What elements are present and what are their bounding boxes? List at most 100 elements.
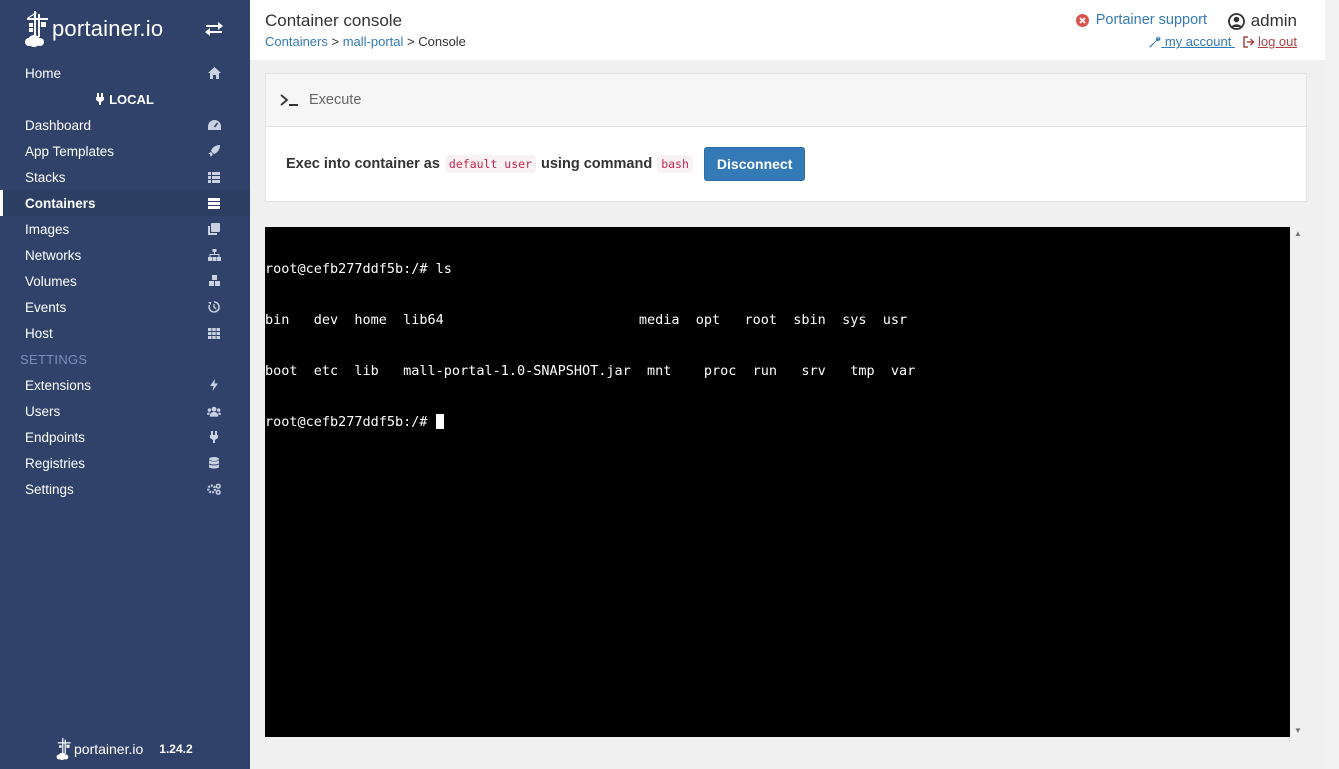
terminal-prompt-line: root@cefb277ddf5b:/# bbox=[265, 414, 1290, 431]
user-info: admin bbox=[1227, 11, 1297, 31]
disconnect-button[interactable]: Disconnect bbox=[703, 147, 806, 181]
sidebar-item-label: Stacks bbox=[25, 169, 66, 185]
breadcrumb-container[interactable]: mall-portal bbox=[343, 34, 404, 49]
sidebar-item-events[interactable]: Events bbox=[0, 294, 250, 320]
sidebar-item-stacks[interactable]: Stacks bbox=[0, 164, 250, 190]
bolt-icon bbox=[207, 378, 221, 392]
terminal-icon bbox=[280, 93, 299, 107]
breadcrumb-separator: > bbox=[403, 34, 419, 49]
sidebar-item-host[interactable]: Host bbox=[0, 320, 250, 346]
terminal-line: bin dev home lib64 media opt root sbin s… bbox=[265, 312, 908, 328]
cubes-icon bbox=[207, 274, 221, 288]
log-out-label: log out bbox=[1257, 34, 1297, 49]
sidebar-item-label: Settings bbox=[25, 481, 74, 497]
log-out-link[interactable]: log out bbox=[1243, 34, 1297, 49]
sidebar-item-label: Extensions bbox=[25, 377, 92, 393]
version-label: 1.24.2 bbox=[159, 742, 193, 756]
portainer-logo-icon bbox=[24, 9, 50, 49]
sidebar-item-networks[interactable]: Networks bbox=[0, 242, 250, 268]
sidebar-footer: portainer.io 1.24.2 bbox=[56, 735, 193, 763]
sidebar-item-app-templates[interactable]: App Templates bbox=[0, 138, 250, 164]
my-account-link[interactable]: my account bbox=[1149, 34, 1235, 49]
execute-panel: Execute Exec into container as default u… bbox=[265, 73, 1307, 202]
scroll-up-arrow-icon[interactable]: ▲ bbox=[1294, 229, 1302, 238]
plug-icon bbox=[96, 93, 105, 105]
sidebar-item-label: Home bbox=[25, 65, 62, 81]
sidebar-item-label: Volumes bbox=[25, 273, 77, 289]
user-circle-icon bbox=[1227, 12, 1245, 30]
clone-icon bbox=[207, 222, 221, 236]
scroll-down-arrow-icon[interactable]: ▼ bbox=[1294, 726, 1302, 735]
breadcrumb-current: Console bbox=[418, 34, 466, 49]
th-icon bbox=[207, 326, 221, 340]
sidebar-item-label: Containers bbox=[25, 195, 96, 211]
sidebar-item-label: Host bbox=[25, 325, 53, 341]
breadcrumb-containers[interactable]: Containers bbox=[265, 34, 328, 49]
sidebar-item-volumes[interactable]: Volumes bbox=[0, 268, 250, 294]
plug-icon bbox=[207, 430, 221, 444]
sidebar-item-dashboard[interactable]: Dashboard bbox=[0, 112, 250, 138]
footer-brand: portainer.io bbox=[74, 741, 144, 757]
th-list-icon bbox=[207, 170, 221, 184]
server-icon bbox=[207, 196, 221, 210]
toggle-sidebar-icon[interactable] bbox=[204, 20, 224, 38]
sidebar-item-endpoints[interactable]: Endpoints bbox=[0, 424, 250, 450]
my-account-label: my account bbox=[1161, 34, 1235, 49]
brand[interactable]: portainer.io bbox=[0, 0, 250, 58]
username: admin bbox=[1250, 11, 1297, 30]
terminal-scrollbar[interactable]: ▲ ▼ bbox=[1290, 227, 1307, 737]
exec-label: Exec into container as bbox=[286, 156, 440, 172]
support-label: Portainer support bbox=[1095, 12, 1207, 28]
panel-body: Exec into container as default user usin… bbox=[266, 127, 1306, 201]
panel-title: Execute bbox=[309, 92, 362, 108]
sidebar-item-users[interactable]: Users bbox=[0, 398, 250, 424]
sidebar-item-containers[interactable]: Containers bbox=[0, 190, 250, 216]
cogs-icon bbox=[207, 482, 221, 496]
database-icon bbox=[207, 456, 221, 470]
portainer-support-link[interactable]: Portainer support bbox=[1075, 12, 1207, 28]
sidebar-item-label: Dashboard bbox=[25, 117, 92, 133]
sidebar-item-label: App Templates bbox=[25, 143, 115, 159]
sidebar-item-label: Users bbox=[25, 403, 61, 419]
page-header: Container console Containers > mall-port… bbox=[250, 0, 1325, 60]
sidebar-item-label: Networks bbox=[25, 247, 82, 263]
sitemap-icon bbox=[207, 248, 221, 262]
sidebar-item-label: Registries bbox=[25, 455, 86, 471]
sidebar-item-home[interactable]: Home bbox=[0, 60, 250, 86]
history-icon bbox=[207, 300, 221, 314]
terminal-line: root@cefb277ddf5b:/# ls bbox=[265, 261, 452, 277]
brand-name: portainer.io bbox=[52, 16, 164, 41]
terminal-line: boot etc lib mall-portal-1.0-SNAPSHOT.ja… bbox=[265, 363, 916, 379]
sidebar-item-label: Events bbox=[25, 299, 67, 315]
users-icon bbox=[207, 404, 221, 418]
terminal-cursor bbox=[435, 414, 444, 429]
sign-out-icon bbox=[1243, 35, 1255, 48]
sidebar-item-images[interactable]: Images bbox=[0, 216, 250, 242]
endpoint-label: LOCAL bbox=[0, 86, 250, 112]
tachometer-icon bbox=[207, 118, 221, 132]
sidebar: portainer.io Home LOCAL Dashboard App Te… bbox=[0, 0, 250, 769]
breadcrumb: Containers > mall-portal > Console bbox=[265, 34, 466, 49]
sidebar-item-label: Images bbox=[25, 221, 70, 237]
sidebar-item-settings[interactable]: Settings bbox=[0, 476, 250, 502]
exec-command: bash bbox=[657, 155, 693, 173]
sidebar-item-registries[interactable]: Registries bbox=[0, 450, 250, 476]
page-title: Container console bbox=[265, 11, 403, 30]
terminal-prompt: root@cefb277ddf5b:/# bbox=[265, 414, 436, 430]
endpoint-name: LOCAL bbox=[109, 91, 154, 107]
exec-user: default user bbox=[444, 155, 537, 173]
sidebar-item-extensions[interactable]: Extensions bbox=[0, 372, 250, 398]
portainer-logo-icon bbox=[56, 736, 72, 762]
rocket-icon bbox=[207, 144, 221, 158]
terminal-console[interactable]: root@cefb277ddf5b:/# ls bin dev home lib… bbox=[265, 227, 1290, 737]
page-scrollbar[interactable] bbox=[1325, 0, 1339, 769]
breadcrumb-separator: > bbox=[327, 34, 343, 49]
account-links: my account log out bbox=[1149, 34, 1297, 49]
home-icon bbox=[207, 66, 221, 80]
settings-section-label: SETTINGS bbox=[20, 351, 88, 367]
sidebar-item-label: Endpoints bbox=[25, 429, 86, 445]
exec-command-label: using command bbox=[541, 156, 653, 172]
times-circle-icon bbox=[1075, 13, 1089, 27]
wrench-icon bbox=[1149, 36, 1161, 48]
panel-heading: Execute bbox=[266, 74, 1306, 127]
